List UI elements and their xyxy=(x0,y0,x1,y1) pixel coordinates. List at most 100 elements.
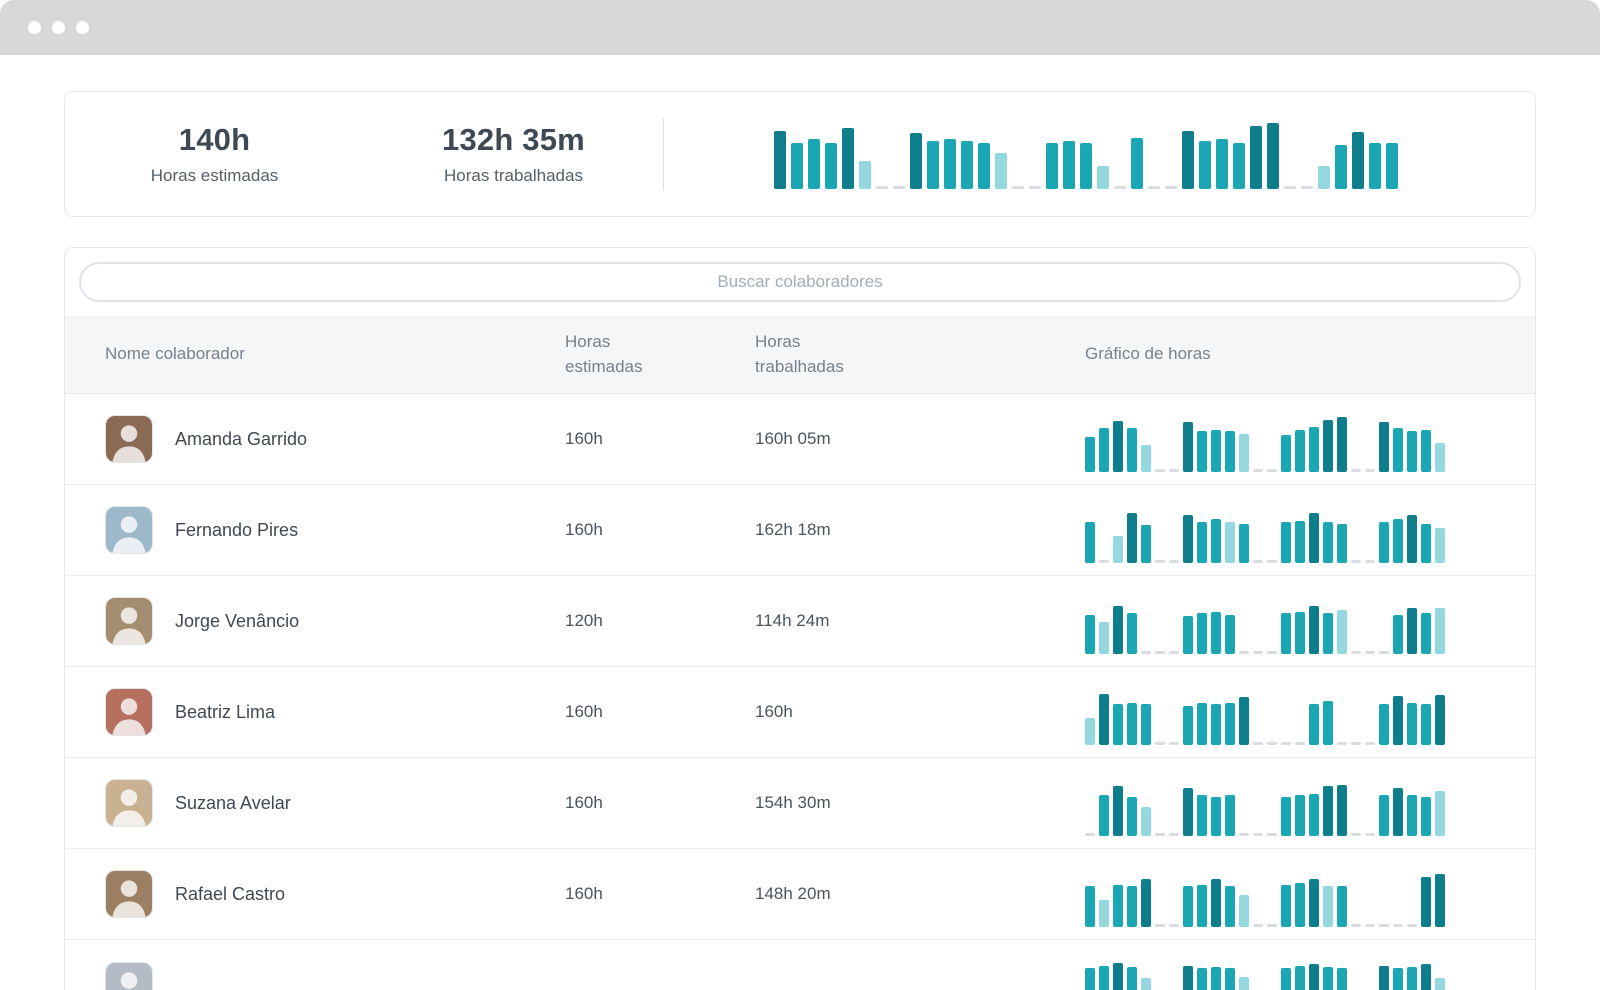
hours-bar xyxy=(1183,422,1193,472)
hours-bar xyxy=(1337,610,1347,654)
hours-bar xyxy=(1085,615,1095,654)
table-row[interactable]: Jorge Venâncio 120h 114h 24m xyxy=(65,576,1535,667)
hours-bar xyxy=(1099,694,1109,745)
hours-bar xyxy=(1407,967,1417,990)
hours-bar xyxy=(978,143,990,189)
no-work-dash xyxy=(1351,560,1361,563)
hours-bar xyxy=(1239,524,1249,563)
app-window: 140h Horas estimadas 132h 35m Horas trab… xyxy=(0,0,1600,990)
hours-bar xyxy=(1239,697,1249,745)
no-work-dash xyxy=(1351,651,1361,654)
table-row[interactable]: Rafael Castro 160h 148h 20m xyxy=(65,849,1535,940)
person-silhouette-icon xyxy=(107,782,151,826)
hours-bar xyxy=(1182,131,1194,189)
collaborator-cell: Suzana Avelar xyxy=(105,779,565,827)
hours-bar xyxy=(1435,443,1445,472)
worked-hours: 160h 05m xyxy=(755,429,1085,449)
table-row[interactable] xyxy=(65,940,1535,990)
window-control-dot[interactable] xyxy=(76,21,89,34)
no-work-dash xyxy=(1239,651,1249,654)
window-control-dot[interactable] xyxy=(28,21,41,34)
collaborator-name: Beatriz Lima xyxy=(175,702,275,723)
collaborator-cell xyxy=(105,962,565,990)
search-input[interactable] xyxy=(79,262,1521,302)
table-row[interactable]: Amanda Garrido 160h 160h 05m xyxy=(65,394,1535,485)
column-header-worked: Horas trabalhadas xyxy=(755,330,870,379)
hours-bar xyxy=(1281,435,1291,472)
hours-bar xyxy=(1141,704,1151,745)
table-body: Amanda Garrido 160h 160h 05m Fernando Pi… xyxy=(65,394,1535,990)
hours-bar xyxy=(1225,886,1235,927)
hours-bar xyxy=(1113,963,1123,990)
hours-bar xyxy=(944,139,956,189)
hours-bar xyxy=(1099,900,1109,927)
hours-bar xyxy=(1197,885,1207,927)
table-header-row: Nome colaborador Horas estimadas Horas t… xyxy=(65,316,1535,394)
hours-bar xyxy=(1197,968,1207,990)
hours-bar xyxy=(1281,968,1291,990)
hours-bar xyxy=(1295,430,1305,472)
summary-hours-bar-chart xyxy=(664,119,1535,189)
hours-bar xyxy=(1421,964,1431,990)
hours-bar xyxy=(1113,421,1123,472)
hours-bar xyxy=(1233,143,1245,189)
hours-bar xyxy=(1386,143,1398,189)
hours-bar xyxy=(1225,795,1235,836)
worked-hours: 154h 30m xyxy=(755,793,1085,813)
table-row[interactable]: Suzana Avelar 160h 154h 30m xyxy=(65,758,1535,849)
hours-bar xyxy=(1141,807,1151,836)
hours-bar xyxy=(1141,445,1151,472)
no-work-dash xyxy=(1253,560,1263,563)
worked-hours: 148h 20m xyxy=(755,884,1085,904)
person-silhouette-icon xyxy=(107,691,151,735)
chart-cell xyxy=(1085,861,1511,927)
no-work-dash xyxy=(1379,924,1389,927)
no-work-dash xyxy=(1148,186,1160,189)
chart-cell xyxy=(1085,588,1511,654)
table-row[interactable]: Beatriz Lima 160h 160h xyxy=(65,667,1535,758)
hours-mini-bar-chart xyxy=(1085,406,1511,472)
hours-bar xyxy=(1113,786,1123,836)
hours-bar xyxy=(1113,704,1123,745)
collaborator-cell: Fernando Pires xyxy=(105,506,565,554)
hours-bar xyxy=(1435,528,1445,563)
no-work-dash xyxy=(1295,742,1305,745)
no-work-dash xyxy=(1169,924,1179,927)
hours-bar xyxy=(1216,139,1228,189)
hours-bar xyxy=(1239,977,1249,990)
window-control-dot[interactable] xyxy=(52,21,65,34)
collaborator-cell: Jorge Venâncio xyxy=(105,597,565,645)
hours-bar xyxy=(1085,718,1095,745)
hours-bar xyxy=(1435,695,1445,745)
hours-bar xyxy=(1113,606,1123,654)
hours-bar xyxy=(1183,616,1193,654)
window-titlebar xyxy=(0,0,1600,55)
hours-bar xyxy=(1183,706,1193,745)
hours-bar xyxy=(1141,978,1151,990)
no-work-dash xyxy=(1165,186,1177,189)
no-work-dash xyxy=(1169,469,1179,472)
no-work-dash xyxy=(1253,651,1263,654)
hours-bar xyxy=(1113,885,1123,927)
avatar xyxy=(105,415,153,463)
person-silhouette-icon xyxy=(107,418,151,462)
hours-bar xyxy=(1295,795,1305,836)
hours-bar xyxy=(1127,967,1137,990)
hours-bar xyxy=(1379,795,1389,836)
no-work-dash xyxy=(1365,469,1375,472)
hours-bar xyxy=(1407,431,1417,472)
hours-bar xyxy=(1318,166,1330,189)
worked-hours: 160h xyxy=(755,702,1085,722)
hours-bar xyxy=(1393,519,1403,563)
hours-bar xyxy=(910,133,922,189)
hours-bar xyxy=(1211,797,1221,836)
table-row[interactable]: Fernando Pires 160h 162h 18m xyxy=(65,485,1535,576)
column-header-estimated: Horas estimadas xyxy=(565,330,680,379)
hours-bar xyxy=(808,139,820,189)
hours-bar xyxy=(1197,703,1207,745)
avatar xyxy=(105,688,153,736)
avatar xyxy=(105,779,153,827)
hours-bar xyxy=(791,143,803,189)
hours-bar xyxy=(774,131,786,189)
column-header-name: Nome colaborador xyxy=(105,342,565,367)
